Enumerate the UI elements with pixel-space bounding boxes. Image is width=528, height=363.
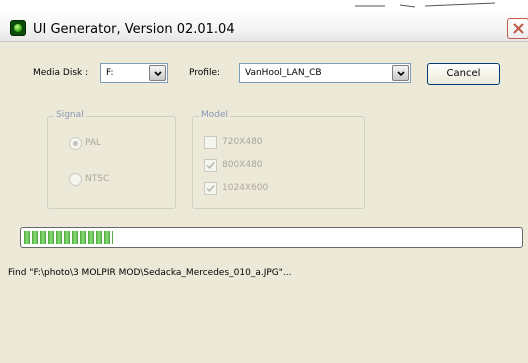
progress-fill [24,231,113,244]
app-icon [11,21,25,35]
1024x600-checkbox[interactable] [204,182,217,195]
pal-label: PAL [85,138,102,148]
720x480-label: 720X480 [222,137,263,147]
media-disk-label: Media Disk : [33,68,89,78]
title-bar[interactable]: UI Generator, Version 02.01.04 [0,10,528,42]
status-text: Find "F:\photo\3 MOLPIR MOD\Sedacka_Merc… [8,268,292,278]
close-icon [513,23,524,34]
media-disk-select[interactable]: F: [100,63,168,83]
cancel-button[interactable]: Cancel [427,63,500,85]
window-title: UI Generator, Version 02.01.04 [33,22,235,37]
800x480-checkbox[interactable] [204,159,217,172]
profile-select[interactable]: VanHool_LAN_CB [239,63,411,83]
signal-group-title: Signal [54,110,86,120]
dialog-window: UI Generator, Version 02.01.04 Media Dis… [0,10,528,363]
ntsc-radio[interactable] [69,173,82,186]
media-disk-value: F: [106,68,114,78]
model-group-title: Model [199,110,231,120]
model-group: Model 720X480 800X480 1024X600 [192,110,365,209]
chevron-down-icon [397,71,405,77]
media-disk-dropdown-button[interactable] [149,65,166,81]
720x480-checkbox[interactable] [204,136,217,149]
check-icon [206,162,215,170]
progress-bar [20,227,523,248]
close-button[interactable] [507,18,528,39]
check-icon [206,185,215,193]
profile-label: Profile: [189,68,221,78]
profile-dropdown-button[interactable] [392,65,409,81]
ntsc-label: NTSC [85,174,110,184]
signal-group: Signal PAL NTSC [47,110,176,209]
chevron-down-icon [154,71,162,77]
profile-value: VanHool_LAN_CB [245,68,322,78]
800x480-label: 800X480 [222,160,263,170]
pal-radio[interactable] [69,137,82,150]
1024x600-label: 1024X600 [222,183,269,193]
